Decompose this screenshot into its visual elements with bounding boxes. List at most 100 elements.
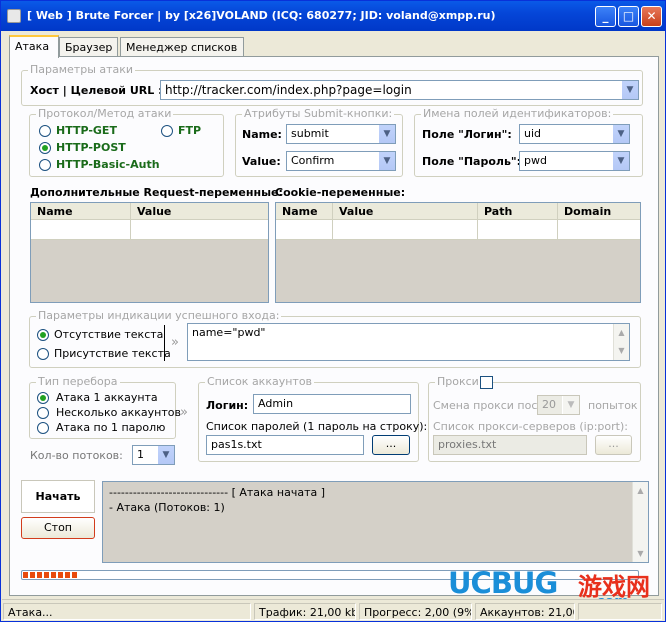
- chevron-down-icon[interactable]: ▼: [378, 125, 395, 143]
- success-title: Параметры индикации успешного входа:: [36, 309, 282, 322]
- threads-value: 1: [137, 448, 144, 461]
- column-header-value[interactable]: Value: [333, 203, 478, 220]
- passlist-input[interactable]: pas1s.txt: [206, 435, 364, 455]
- threads-label: Кол-во потоков:: [30, 449, 123, 462]
- arrow-icon: »: [180, 405, 188, 420]
- cookie-vars-header: Name Value Path Domain: [276, 203, 640, 220]
- scroll-down-icon[interactable]: ▼: [614, 343, 629, 358]
- table-row[interactable]: [31, 220, 268, 240]
- scroll-up-icon[interactable]: ▲: [633, 483, 648, 498]
- proxy-list-input[interactable]: proxies.txt: [433, 435, 587, 455]
- status-state: Атака...: [3, 603, 251, 620]
- protocol-title: Протокол/Метод атаки: [36, 107, 174, 120]
- submit-value-value: Confirm: [291, 154, 335, 167]
- status-traffic: Трафик: 21,00 kb: [254, 603, 356, 620]
- cookie-vars-title: Cookie-переменные:: [275, 186, 406, 199]
- password-field-value: pwd: [524, 154, 547, 167]
- password-field-combo[interactable]: pwd ▼: [519, 151, 630, 171]
- column-header-path[interactable]: Path: [478, 203, 558, 220]
- table-cell[interactable]: [131, 220, 268, 240]
- proxy-list-label: Список прокси-серверов (ip:port):: [433, 420, 628, 433]
- table-cell[interactable]: [276, 220, 333, 240]
- close-button[interactable]: ✕: [641, 6, 662, 27]
- text-present-label: Присутствие текста: [54, 347, 171, 360]
- tab-list-manager[interactable]: Менеджер списков: [120, 37, 244, 57]
- chevron-down-icon[interactable]: ▼: [612, 125, 629, 143]
- login-field-value: uid: [524, 127, 542, 140]
- password-field-label: Поле "Пароль":: [422, 155, 522, 168]
- table-cell[interactable]: [333, 220, 478, 240]
- id-fields-title: Имена полей идентификаторов:: [421, 107, 614, 120]
- host-label: Хост | Целевой URL :: [30, 84, 163, 97]
- accounts-title: Список аккаунтов: [205, 375, 315, 388]
- chevron-down-icon[interactable]: ▼: [562, 396, 579, 414]
- status-accounts: Аккаунтов: 21,00: [475, 603, 575, 620]
- attack-params-title: Параметры атаки: [28, 63, 136, 76]
- radio-ftp[interactable]: [161, 125, 173, 137]
- column-header-name[interactable]: Name: [31, 203, 131, 220]
- table-cell[interactable]: [31, 220, 131, 240]
- submit-name-combo[interactable]: submit ▼: [286, 124, 396, 144]
- log-area[interactable]: ------------------------------ [ Атака н…: [102, 481, 649, 563]
- start-button[interactable]: Начать: [22, 481, 94, 512]
- http-post-label: HTTP-POST: [56, 141, 126, 154]
- threads-combo[interactable]: 1 ▼: [132, 445, 175, 465]
- proxy-change-combo[interactable]: 20 ▼: [537, 395, 580, 415]
- column-header-domain[interactable]: Domain: [558, 203, 640, 220]
- status-bar: Атака... Трафик: 21,00 kb Прогресс: 2,00…: [2, 599, 664, 621]
- scroll-up-icon[interactable]: ▲: [614, 325, 629, 340]
- radio-text-absent[interactable]: [37, 329, 49, 341]
- radio-multi-account[interactable]: [37, 407, 49, 419]
- progress-fill: [23, 572, 78, 578]
- by-password-label: Атака по 1 паролю: [56, 421, 166, 434]
- submit-attrs-title: Атрибуты Submit-кнопки:: [242, 107, 395, 120]
- proxy-list-value: proxies.txt: [438, 438, 497, 451]
- table-cell[interactable]: [478, 220, 558, 240]
- radio-by-password[interactable]: [37, 422, 49, 434]
- radio-text-present[interactable]: [37, 348, 49, 360]
- app-icon: [7, 9, 21, 23]
- passlist-input-value: pas1s.txt: [211, 438, 262, 451]
- proxy-checkbox[interactable]: [480, 376, 493, 389]
- request-vars-table[interactable]: Name Value: [30, 202, 269, 303]
- login-input[interactable]: Admin: [253, 394, 411, 414]
- request-vars-header: Name Value: [31, 203, 268, 220]
- maximize-button[interactable]: □: [618, 6, 639, 27]
- status-progress: Прогресс: 2,00 (9%): [359, 603, 472, 620]
- radio-http-post[interactable]: [39, 142, 51, 154]
- tab-browser[interactable]: Браузер: [59, 37, 118, 57]
- ftp-label: FTP: [178, 124, 202, 137]
- scroll-down-icon[interactable]: ▼: [633, 546, 648, 561]
- brute-type-title: Тип перебора: [36, 375, 120, 388]
- proxy-browse-button[interactable]: ...: [595, 435, 632, 455]
- success-text-area[interactable]: name="pwd" ▲ ▼: [187, 323, 630, 361]
- minimize-button[interactable]: _: [595, 6, 616, 27]
- radio-single-account[interactable]: [37, 392, 49, 404]
- chevron-down-icon[interactable]: ▼: [157, 446, 174, 464]
- cookie-vars-table[interactable]: Name Value Path Domain: [275, 202, 641, 303]
- column-header-value[interactable]: Value: [131, 203, 268, 220]
- window-title: [ Web ] Brute Forcer | by [x26]VOLAND (I…: [27, 9, 496, 22]
- host-url-value: http://tracker.com/index.php?page=login: [165, 83, 412, 97]
- chevron-down-icon[interactable]: ▼: [621, 81, 638, 99]
- table-cell[interactable]: [558, 220, 640, 240]
- column-header-name[interactable]: Name: [276, 203, 333, 220]
- submit-value-label: Value:: [242, 155, 281, 168]
- table-row[interactable]: [276, 220, 640, 240]
- divider: [164, 325, 165, 361]
- login-field-combo[interactable]: uid ▼: [519, 124, 630, 144]
- passlist-browse-button[interactable]: ...: [372, 435, 410, 455]
- log-scrollbar[interactable]: ▲ ▼: [632, 482, 648, 562]
- success-text-value: name="pwd": [192, 326, 266, 339]
- submit-value-combo[interactable]: Confirm ▼: [286, 151, 396, 171]
- host-url-combo[interactable]: http://tracker.com/index.php?page=login …: [160, 80, 639, 100]
- radio-http-get[interactable]: [39, 125, 51, 137]
- stop-button[interactable]: Стоп: [21, 517, 95, 539]
- chevron-down-icon[interactable]: ▼: [378, 152, 395, 170]
- radio-http-basic-auth[interactable]: [39, 159, 51, 171]
- chevron-down-icon[interactable]: ▼: [612, 152, 629, 170]
- title-bar[interactable]: [ Web ] Brute Forcer | by [x26]VOLAND (I…: [1, 1, 665, 31]
- success-scrollbar[interactable]: ▲ ▼: [613, 324, 629, 360]
- proxy-attempts-label: попыток: [588, 399, 638, 412]
- tab-attack[interactable]: Атака: [9, 35, 59, 58]
